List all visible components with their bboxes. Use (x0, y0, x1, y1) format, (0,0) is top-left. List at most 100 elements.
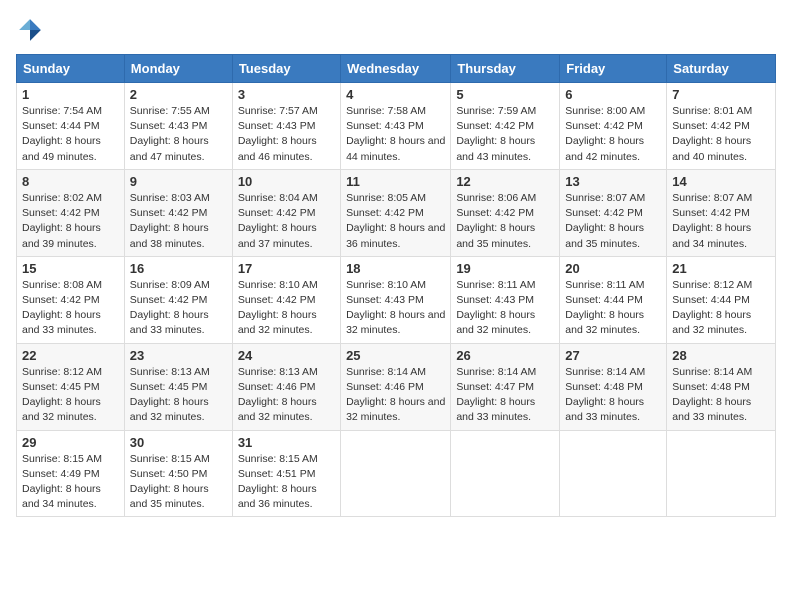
day-number: 28 (672, 348, 770, 363)
day-info: Sunrise: 7:57 AMSunset: 4:43 PMDaylight:… (238, 104, 335, 165)
day-number: 30 (130, 435, 227, 450)
day-number: 25 (346, 348, 445, 363)
day-number: 9 (130, 174, 227, 189)
calendar-cell: 14 Sunrise: 8:07 AMSunset: 4:42 PMDaylig… (667, 169, 776, 256)
calendar-cell: 18 Sunrise: 8:10 AMSunset: 4:43 PMDaylig… (341, 256, 451, 343)
calendar-cell: 22 Sunrise: 8:12 AMSunset: 4:45 PMDaylig… (17, 343, 125, 430)
day-info: Sunrise: 7:58 AMSunset: 4:43 PMDaylight:… (346, 104, 445, 165)
calendar-cell: 3 Sunrise: 7:57 AMSunset: 4:43 PMDayligh… (232, 83, 340, 170)
day-info: Sunrise: 8:09 AMSunset: 4:42 PMDaylight:… (130, 278, 227, 339)
day-info: Sunrise: 7:55 AMSunset: 4:43 PMDaylight:… (130, 104, 227, 165)
calendar-week-4: 22 Sunrise: 8:12 AMSunset: 4:45 PMDaylig… (17, 343, 776, 430)
calendar-table: SundayMondayTuesdayWednesdayThursdayFrid… (16, 54, 776, 517)
day-number: 14 (672, 174, 770, 189)
day-number: 20 (565, 261, 661, 276)
day-info: Sunrise: 8:08 AMSunset: 4:42 PMDaylight:… (22, 278, 119, 339)
day-info: Sunrise: 7:54 AMSunset: 4:44 PMDaylight:… (22, 104, 119, 165)
day-info: Sunrise: 8:15 AMSunset: 4:51 PMDaylight:… (238, 452, 335, 513)
calendar-cell: 8 Sunrise: 8:02 AMSunset: 4:42 PMDayligh… (17, 169, 125, 256)
calendar-cell: 1 Sunrise: 7:54 AMSunset: 4:44 PMDayligh… (17, 83, 125, 170)
day-info: Sunrise: 7:59 AMSunset: 4:42 PMDaylight:… (456, 104, 554, 165)
day-number: 19 (456, 261, 554, 276)
day-info: Sunrise: 8:05 AMSunset: 4:42 PMDaylight:… (346, 191, 445, 252)
day-info: Sunrise: 8:10 AMSunset: 4:42 PMDaylight:… (238, 278, 335, 339)
day-number: 24 (238, 348, 335, 363)
day-info: Sunrise: 8:12 AMSunset: 4:44 PMDaylight:… (672, 278, 770, 339)
day-info: Sunrise: 8:14 AMSunset: 4:47 PMDaylight:… (456, 365, 554, 426)
day-number: 23 (130, 348, 227, 363)
calendar-cell: 7 Sunrise: 8:01 AMSunset: 4:42 PMDayligh… (667, 83, 776, 170)
day-info: Sunrise: 8:07 AMSunset: 4:42 PMDaylight:… (565, 191, 661, 252)
day-info: Sunrise: 8:14 AMSunset: 4:48 PMDaylight:… (565, 365, 661, 426)
calendar-cell: 4 Sunrise: 7:58 AMSunset: 4:43 PMDayligh… (341, 83, 451, 170)
logo-icon (16, 16, 44, 44)
day-info: Sunrise: 8:11 AMSunset: 4:44 PMDaylight:… (565, 278, 661, 339)
calendar-cell: 5 Sunrise: 7:59 AMSunset: 4:42 PMDayligh… (451, 83, 560, 170)
weekday-header-sunday: Sunday (17, 55, 125, 83)
day-info: Sunrise: 8:02 AMSunset: 4:42 PMDaylight:… (22, 191, 119, 252)
calendar-week-1: 1 Sunrise: 7:54 AMSunset: 4:44 PMDayligh… (17, 83, 776, 170)
calendar-cell: 31 Sunrise: 8:15 AMSunset: 4:51 PMDaylig… (232, 430, 340, 517)
day-number: 22 (22, 348, 119, 363)
day-info: Sunrise: 8:15 AMSunset: 4:49 PMDaylight:… (22, 452, 119, 513)
day-info: Sunrise: 8:11 AMSunset: 4:43 PMDaylight:… (456, 278, 554, 339)
day-info: Sunrise: 8:13 AMSunset: 4:46 PMDaylight:… (238, 365, 335, 426)
day-info: Sunrise: 8:15 AMSunset: 4:50 PMDaylight:… (130, 452, 227, 513)
calendar-week-2: 8 Sunrise: 8:02 AMSunset: 4:42 PMDayligh… (17, 169, 776, 256)
day-number: 1 (22, 87, 119, 102)
calendar-cell (451, 430, 560, 517)
day-number: 6 (565, 87, 661, 102)
day-number: 7 (672, 87, 770, 102)
calendar-cell (667, 430, 776, 517)
day-number: 27 (565, 348, 661, 363)
day-info: Sunrise: 8:07 AMSunset: 4:42 PMDaylight:… (672, 191, 770, 252)
calendar-cell: 17 Sunrise: 8:10 AMSunset: 4:42 PMDaylig… (232, 256, 340, 343)
calendar-cell: 30 Sunrise: 8:15 AMSunset: 4:50 PMDaylig… (124, 430, 232, 517)
weekday-header-saturday: Saturday (667, 55, 776, 83)
day-number: 29 (22, 435, 119, 450)
day-number: 4 (346, 87, 445, 102)
day-number: 11 (346, 174, 445, 189)
calendar-cell: 20 Sunrise: 8:11 AMSunset: 4:44 PMDaylig… (560, 256, 667, 343)
day-info: Sunrise: 8:13 AMSunset: 4:45 PMDaylight:… (130, 365, 227, 426)
calendar-cell: 12 Sunrise: 8:06 AMSunset: 4:42 PMDaylig… (451, 169, 560, 256)
calendar-cell: 16 Sunrise: 8:09 AMSunset: 4:42 PMDaylig… (124, 256, 232, 343)
day-number: 5 (456, 87, 554, 102)
day-info: Sunrise: 8:12 AMSunset: 4:45 PMDaylight:… (22, 365, 119, 426)
calendar-cell: 21 Sunrise: 8:12 AMSunset: 4:44 PMDaylig… (667, 256, 776, 343)
calendar-week-5: 29 Sunrise: 8:15 AMSunset: 4:49 PMDaylig… (17, 430, 776, 517)
calendar-cell: 10 Sunrise: 8:04 AMSunset: 4:42 PMDaylig… (232, 169, 340, 256)
day-info: Sunrise: 8:00 AMSunset: 4:42 PMDaylight:… (565, 104, 661, 165)
page-header (16, 16, 776, 44)
day-number: 2 (130, 87, 227, 102)
logo (16, 16, 48, 44)
weekday-header-monday: Monday (124, 55, 232, 83)
calendar-cell: 6 Sunrise: 8:00 AMSunset: 4:42 PMDayligh… (560, 83, 667, 170)
weekday-header-friday: Friday (560, 55, 667, 83)
day-number: 15 (22, 261, 119, 276)
day-info: Sunrise: 8:14 AMSunset: 4:46 PMDaylight:… (346, 365, 445, 426)
day-number: 3 (238, 87, 335, 102)
day-number: 26 (456, 348, 554, 363)
calendar-cell: 9 Sunrise: 8:03 AMSunset: 4:42 PMDayligh… (124, 169, 232, 256)
day-number: 8 (22, 174, 119, 189)
day-number: 18 (346, 261, 445, 276)
day-number: 17 (238, 261, 335, 276)
calendar-cell: 29 Sunrise: 8:15 AMSunset: 4:49 PMDaylig… (17, 430, 125, 517)
day-info: Sunrise: 8:10 AMSunset: 4:43 PMDaylight:… (346, 278, 445, 339)
weekday-header-thursday: Thursday (451, 55, 560, 83)
day-number: 31 (238, 435, 335, 450)
calendar-cell: 28 Sunrise: 8:14 AMSunset: 4:48 PMDaylig… (667, 343, 776, 430)
weekday-header-tuesday: Tuesday (232, 55, 340, 83)
calendar-cell: 26 Sunrise: 8:14 AMSunset: 4:47 PMDaylig… (451, 343, 560, 430)
calendar-cell: 11 Sunrise: 8:05 AMSunset: 4:42 PMDaylig… (341, 169, 451, 256)
calendar-cell: 15 Sunrise: 8:08 AMSunset: 4:42 PMDaylig… (17, 256, 125, 343)
day-info: Sunrise: 8:04 AMSunset: 4:42 PMDaylight:… (238, 191, 335, 252)
day-info: Sunrise: 8:01 AMSunset: 4:42 PMDaylight:… (672, 104, 770, 165)
calendar-cell (560, 430, 667, 517)
day-number: 13 (565, 174, 661, 189)
day-number: 10 (238, 174, 335, 189)
calendar-cell: 25 Sunrise: 8:14 AMSunset: 4:46 PMDaylig… (341, 343, 451, 430)
calendar-cell: 24 Sunrise: 8:13 AMSunset: 4:46 PMDaylig… (232, 343, 340, 430)
calendar-cell: 27 Sunrise: 8:14 AMSunset: 4:48 PMDaylig… (560, 343, 667, 430)
